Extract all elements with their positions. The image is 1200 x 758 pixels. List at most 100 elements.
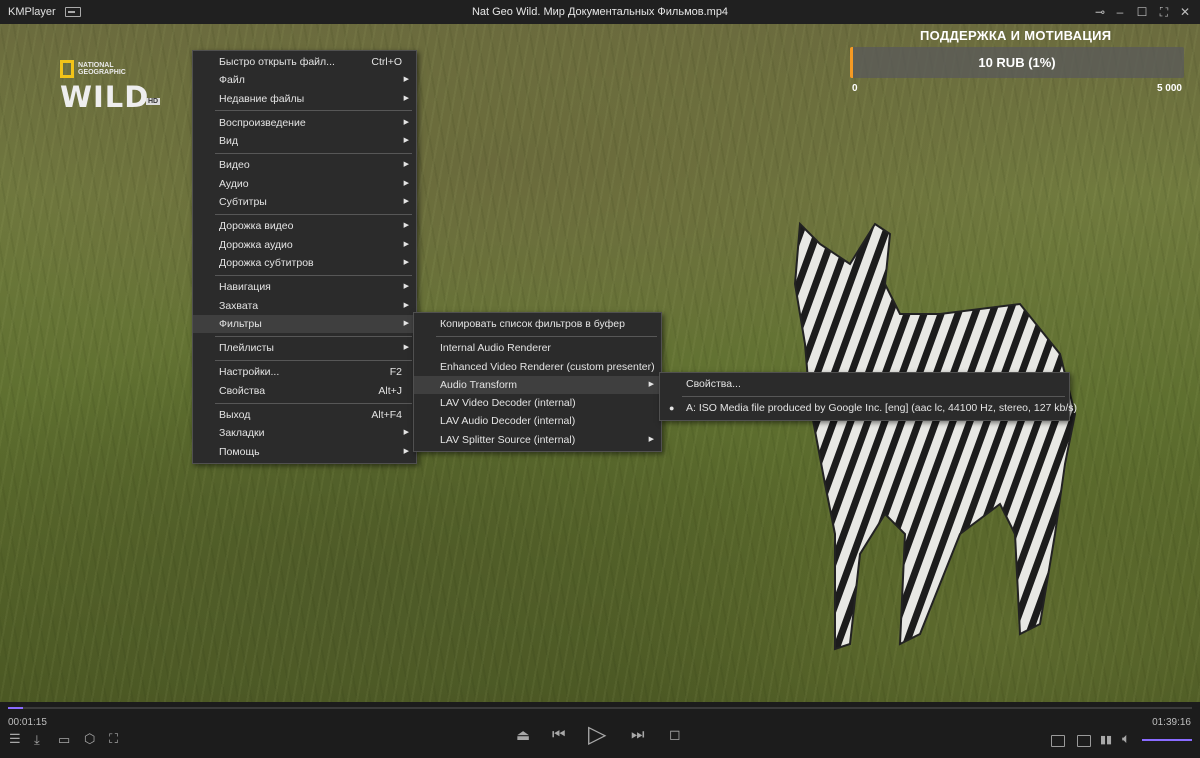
vr-icon[interactable]: ▭ <box>58 732 70 748</box>
menu-item-label: Закладки <box>219 427 265 440</box>
audio-menu-item[interactable]: Свойства... <box>660 375 1069 393</box>
close-button[interactable]: ✕ <box>1176 4 1194 20</box>
menu-item-shortcut: Alt+F4 <box>371 409 402 422</box>
fullscreen-button[interactable]: ⛶ <box>1155 4 1173 20</box>
radio-dot-icon: ● <box>669 403 675 414</box>
total-time[interactable]: 01:39:16 <box>1152 717 1191 728</box>
playlist-icon[interactable]: ☰ <box>9 731 21 747</box>
filter-menu-item[interactable]: Internal Audio Renderer <box>414 339 661 357</box>
main-menu-item[interactable]: Плейлисты ▶ <box>193 339 416 357</box>
donation-value: 10 RUB (1%) <box>978 55 1056 70</box>
main-menu-item[interactable]: Помощь ▶ <box>193 443 416 461</box>
stop-icon[interactable]: ◻ <box>669 726 681 743</box>
menu-item-label: Недавние файлы <box>219 92 305 105</box>
main-menu-item[interactable]: Дорожка субтитров ▶ <box>193 254 416 272</box>
main-menu-item[interactable]: Видео ▶ <box>193 156 416 174</box>
menu-item-label: Дорожка аудио <box>219 238 293 251</box>
logo-brand: NATIONAL GEOGRAPHIC <box>78 62 126 76</box>
play-icon[interactable]: ▷ <box>588 720 606 749</box>
volume-level <box>1142 739 1192 741</box>
main-menu-item[interactable]: Выход Alt+F4 <box>193 406 416 424</box>
main-menu-item[interactable]: Фильтры ▶ <box>193 314 416 334</box>
main-menu-item[interactable]: Дорожка видео ▶ <box>193 217 416 235</box>
menu-item-label: Навигация <box>219 281 271 294</box>
main-menu-item[interactable]: Вид ▶ <box>193 132 416 150</box>
submenu-arrow-icon: ▶ <box>403 240 409 248</box>
menu-item-label: Аудио <box>219 177 249 190</box>
menu-item-label: Быстро открыть файл... <box>219 56 335 68</box>
capture-icon[interactable]: ⛶ <box>109 731 118 747</box>
3d-icon[interactable]: ⬡ <box>84 731 95 747</box>
menu-item-label: Свойства <box>219 384 266 397</box>
submenu-arrow-icon: ▶ <box>403 94 409 102</box>
natgeo-frame-icon <box>60 60 74 78</box>
subtitle-icon[interactable] <box>1077 735 1091 747</box>
main-menu-item[interactable]: Файл ▶ <box>193 71 416 89</box>
main-menu-item[interactable]: Недавние файлы ▶ <box>193 90 416 108</box>
menu-item-label: Плейлисты <box>219 342 274 355</box>
filter-menu-item[interactable]: LAV Splitter Source (internal) ▶ <box>414 431 661 449</box>
audio-menu-item[interactable]: ● A: ISO Media file produced by Google In… <box>660 399 1077 417</box>
filter-menu-item[interactable]: LAV Audio Decoder (internal) <box>414 412 661 430</box>
donation-progress-bar: 10 RUB (1%) <box>850 47 1184 78</box>
logo-wild: WILD <box>60 80 150 114</box>
filter-menu-item[interactable]: Audio Transform ▶ <box>414 375 661 395</box>
submenu-arrow-icon: ▶ <box>403 222 409 230</box>
logo-hd-badge: HD <box>146 98 161 105</box>
kmplayer-window: KMPlayer Nat Geo Wild. Мир Документальны… <box>0 0 1200 758</box>
menu-item-label: Копировать список фильтров в буфер <box>440 318 625 330</box>
submenu-arrow-icon: ▶ <box>403 447 409 455</box>
submenu-arrow-icon: ▶ <box>403 344 409 352</box>
main-menu-item[interactable]: Настройки... F2 <box>193 363 416 381</box>
submenu-arrow-icon: ▶ <box>403 283 409 291</box>
menu-item-label: A: ISO Media file produced by Google Inc… <box>686 402 1078 415</box>
main-menu-item[interactable]: Захвата ▶ <box>193 297 416 315</box>
window-title: Nat Geo Wild. Мир Документальных Фильмов… <box>471 6 729 18</box>
audio-transform-submenu: Свойства... ● A: ISO Media file produced b… <box>659 372 1077 421</box>
main-menu-item[interactable]: Закладки ▶ <box>193 424 416 442</box>
menu-item-label: LAV Splitter Source (internal) <box>440 433 576 446</box>
menu-item-label: Internal Audio Renderer <box>440 342 551 355</box>
filter-menu-item[interactable]: Копировать список фильтров в буфер <box>414 315 661 333</box>
menu-item-shortcut: Alt+J <box>378 384 402 397</box>
submenu-arrow-icon: ▶ <box>403 301 409 309</box>
filter-menu-item[interactable]: LAV Video Decoder (internal) <box>414 394 661 412</box>
main-menu-item[interactable]: Дорожка аудио ▶ <box>193 236 416 254</box>
pin-icon[interactable]: ⊸ <box>1091 4 1109 20</box>
volume-slider[interactable] <box>1142 739 1192 741</box>
control-bar: 00:01:15 01:39:16 ☰ ⤓ ▭ ⬡ ⛶ ⏏ ⏮ ▷ ⏭ ◻ ▮▮… <box>0 702 1200 758</box>
submenu-arrow-icon: ▶ <box>403 161 409 169</box>
menu-separator <box>215 402 412 404</box>
next-icon[interactable]: ⏭ <box>631 726 645 743</box>
context-menu: Быстро открыть файл... Ctrl+O Файл ▶ Недавни… <box>192 50 417 464</box>
seek-bar[interactable] <box>8 707 1192 709</box>
menu-item-label: Вид <box>219 135 238 148</box>
menu-item-shortcut: Ctrl+O <box>371 56 402 68</box>
filter-menu-item[interactable]: Enhanced Video Renderer (custom presente… <box>414 358 661 376</box>
title-bar: KMPlayer Nat Geo Wild. Мир Документальны… <box>0 0 1200 24</box>
download-icon[interactable]: ⤓ <box>34 732 40 748</box>
volume-icon[interactable]: 🔈︎ <box>1122 730 1130 747</box>
main-menu-item[interactable]: Субтитры ▶ <box>193 193 416 211</box>
menu-item-label: Захвата <box>219 299 259 312</box>
eject-icon[interactable]: ⏏ <box>516 726 530 744</box>
previous-icon[interactable]: ⏮ <box>552 726 566 743</box>
main-menu-item[interactable]: Воспроизведение ▶ <box>193 114 416 132</box>
submenu-arrow-icon: ▶ <box>403 179 409 187</box>
menu-item-label: Субтитры <box>219 196 267 209</box>
filters-submenu: Копировать список фильтров в буфер Intern… <box>413 312 662 453</box>
main-menu-item[interactable]: Быстро открыть файл... Ctrl+O <box>193 53 416 71</box>
maximize-button[interactable]: ☐ <box>1133 4 1151 20</box>
menu-item-label: Свойства... <box>686 378 741 390</box>
menu-item-label: Enhanced Video Renderer (custom presente… <box>440 360 655 373</box>
main-menu-item[interactable]: Навигация ▶ <box>193 278 416 296</box>
menu-item-label: Помощь <box>219 445 260 458</box>
menu-item-label: Дорожка субтитров <box>219 256 314 269</box>
main-menu-item[interactable]: Аудио ▶ <box>193 175 416 193</box>
menu-item-label: LAV Audio Decoder (internal) <box>440 415 576 428</box>
hw-acceleration-icon[interactable] <box>1051 735 1065 747</box>
minimize-button[interactable]: – <box>1111 4 1129 20</box>
menu-item-label: LAV Video Decoder (internal) <box>440 397 576 410</box>
equalizer-icon[interactable]: ▮▮ <box>1100 733 1112 746</box>
main-menu-item[interactable]: Свойства Alt+J <box>193 382 416 400</box>
